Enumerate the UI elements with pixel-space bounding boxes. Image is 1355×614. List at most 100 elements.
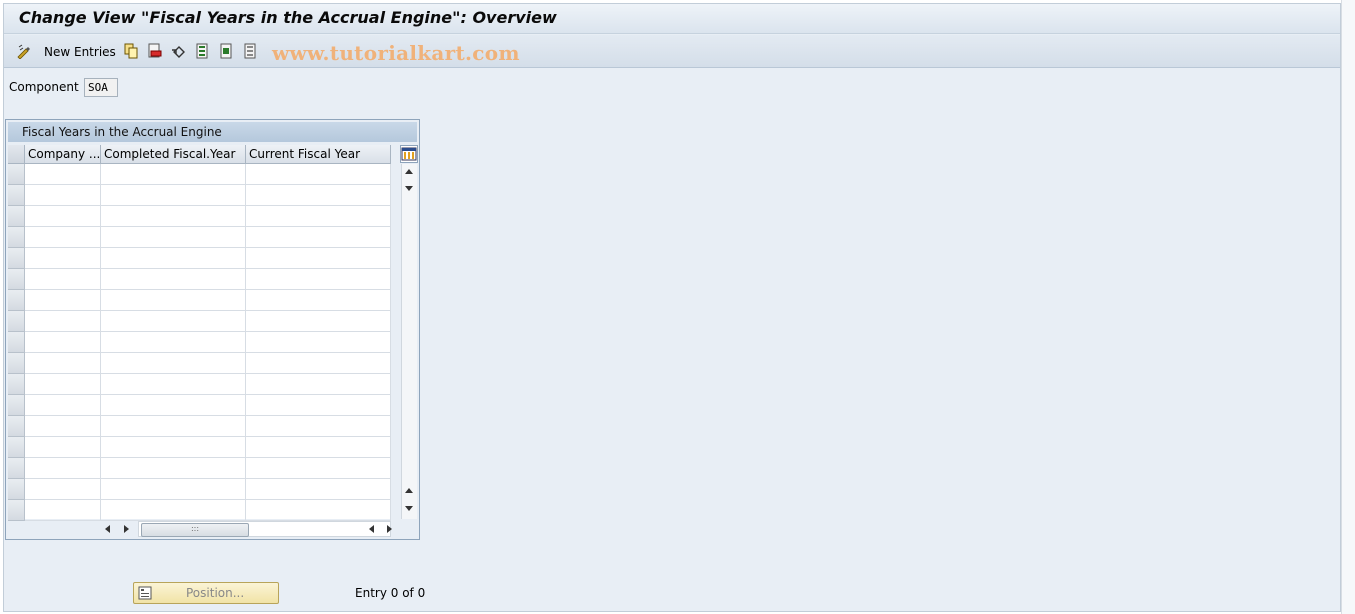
page-up-icon[interactable] xyxy=(405,488,413,493)
table-cell[interactable] xyxy=(101,248,246,269)
horizontal-scroll-thumb[interactable]: ::: xyxy=(141,523,249,537)
select-all-rows-button[interactable] xyxy=(8,145,25,164)
position-button-label: Position... xyxy=(186,586,245,600)
select-block-icon[interactable] xyxy=(219,43,235,59)
table-cell[interactable] xyxy=(25,290,101,311)
table-cell[interactable] xyxy=(246,290,391,311)
table-cell[interactable] xyxy=(25,227,101,248)
delete-icon[interactable] xyxy=(147,43,163,59)
undo-icon[interactable] xyxy=(171,43,187,59)
table-cell[interactable] xyxy=(246,353,391,374)
table-cell[interactable] xyxy=(101,185,246,206)
table-cell[interactable] xyxy=(25,416,101,437)
window-edge xyxy=(1341,0,1355,614)
scroll-left-end-icon[interactable] xyxy=(369,525,374,533)
table-cell[interactable] xyxy=(101,269,246,290)
table-cell[interactable] xyxy=(246,458,391,479)
scroll-right-icon[interactable] xyxy=(124,525,129,533)
table-cell[interactable] xyxy=(101,353,246,374)
row-selector[interactable] xyxy=(8,248,25,269)
table-cell[interactable] xyxy=(101,290,246,311)
table-cell[interactable] xyxy=(25,206,101,227)
table-cell[interactable] xyxy=(101,311,246,332)
row-selector[interactable] xyxy=(8,269,25,290)
component-field[interactable]: SOA xyxy=(84,78,118,97)
fiscal-years-table: Fiscal Years in the Accrual Engine Compa… xyxy=(5,119,420,540)
column-header-completed-fiscal-year[interactable]: Completed Fiscal.Year xyxy=(101,145,246,164)
row-selector[interactable] xyxy=(8,185,25,206)
page-down-icon[interactable] xyxy=(405,506,413,511)
row-selector[interactable] xyxy=(8,164,25,185)
table-row xyxy=(25,290,391,311)
column-header-company[interactable]: Company ... xyxy=(25,145,101,164)
position-button[interactable]: Position... xyxy=(133,582,279,604)
scroll-right-end-icon[interactable] xyxy=(387,525,392,533)
horizontal-scrollbar[interactable]: ::: xyxy=(138,521,391,537)
table-cell[interactable] xyxy=(246,437,391,458)
table-cell[interactable] xyxy=(246,311,391,332)
table-cell[interactable] xyxy=(101,374,246,395)
table-cell[interactable] xyxy=(25,269,101,290)
table-cell[interactable] xyxy=(25,395,101,416)
copy-icon[interactable] xyxy=(123,43,139,59)
table-grid xyxy=(25,164,391,521)
table-cell[interactable] xyxy=(246,416,391,437)
table-cell[interactable] xyxy=(101,458,246,479)
deselect-all-icon[interactable] xyxy=(243,43,259,59)
table-cell[interactable] xyxy=(101,206,246,227)
row-selector[interactable] xyxy=(8,395,25,416)
row-selector[interactable] xyxy=(8,290,25,311)
new-entries-button[interactable]: New Entries xyxy=(44,45,116,59)
row-selector[interactable] xyxy=(8,227,25,248)
table-cell[interactable] xyxy=(246,479,391,500)
table-cell[interactable] xyxy=(101,500,246,521)
row-selector[interactable] xyxy=(8,500,25,521)
vertical-scrollbar[interactable] xyxy=(401,164,417,519)
table-cell[interactable] xyxy=(25,353,101,374)
table-cell[interactable] xyxy=(246,500,391,521)
table-cell[interactable] xyxy=(246,185,391,206)
row-selector[interactable] xyxy=(8,458,25,479)
table-settings-icon[interactable] xyxy=(400,145,418,163)
scroll-up-icon[interactable] xyxy=(405,169,413,174)
row-selector[interactable] xyxy=(8,416,25,437)
table-cell[interactable] xyxy=(101,395,246,416)
table-cell[interactable] xyxy=(101,479,246,500)
row-selector[interactable] xyxy=(8,206,25,227)
table-cell[interactable] xyxy=(101,164,246,185)
display-change-icon[interactable] xyxy=(16,43,32,59)
table-cell[interactable] xyxy=(25,458,101,479)
table-cell[interactable] xyxy=(246,206,391,227)
table-cell[interactable] xyxy=(246,164,391,185)
column-header-current-fiscal-year[interactable]: Current Fiscal Year xyxy=(246,145,391,164)
table-row xyxy=(25,227,391,248)
table-cell[interactable] xyxy=(25,374,101,395)
row-selector[interactable] xyxy=(8,353,25,374)
table-cell[interactable] xyxy=(25,479,101,500)
table-cell[interactable] xyxy=(25,437,101,458)
table-cell[interactable] xyxy=(246,332,391,353)
table-cell[interactable] xyxy=(101,227,246,248)
table-cell[interactable] xyxy=(25,248,101,269)
scroll-down-icon[interactable] xyxy=(405,186,413,191)
table-cell[interactable] xyxy=(25,164,101,185)
table-cell[interactable] xyxy=(246,269,391,290)
row-selector[interactable] xyxy=(8,479,25,500)
row-selector[interactable] xyxy=(8,437,25,458)
table-cell[interactable] xyxy=(25,500,101,521)
table-cell[interactable] xyxy=(246,395,391,416)
table-cell[interactable] xyxy=(25,332,101,353)
table-cell[interactable] xyxy=(25,185,101,206)
row-selector[interactable] xyxy=(8,332,25,353)
table-cell[interactable] xyxy=(246,374,391,395)
table-cell[interactable] xyxy=(101,416,246,437)
table-cell[interactable] xyxy=(25,311,101,332)
table-cell[interactable] xyxy=(101,437,246,458)
table-cell[interactable] xyxy=(246,248,391,269)
select-all-icon[interactable] xyxy=(195,43,211,59)
row-selector[interactable] xyxy=(8,374,25,395)
scroll-left-icon[interactable] xyxy=(105,525,110,533)
table-cell[interactable] xyxy=(101,332,246,353)
row-selector[interactable] xyxy=(8,311,25,332)
table-cell[interactable] xyxy=(246,227,391,248)
